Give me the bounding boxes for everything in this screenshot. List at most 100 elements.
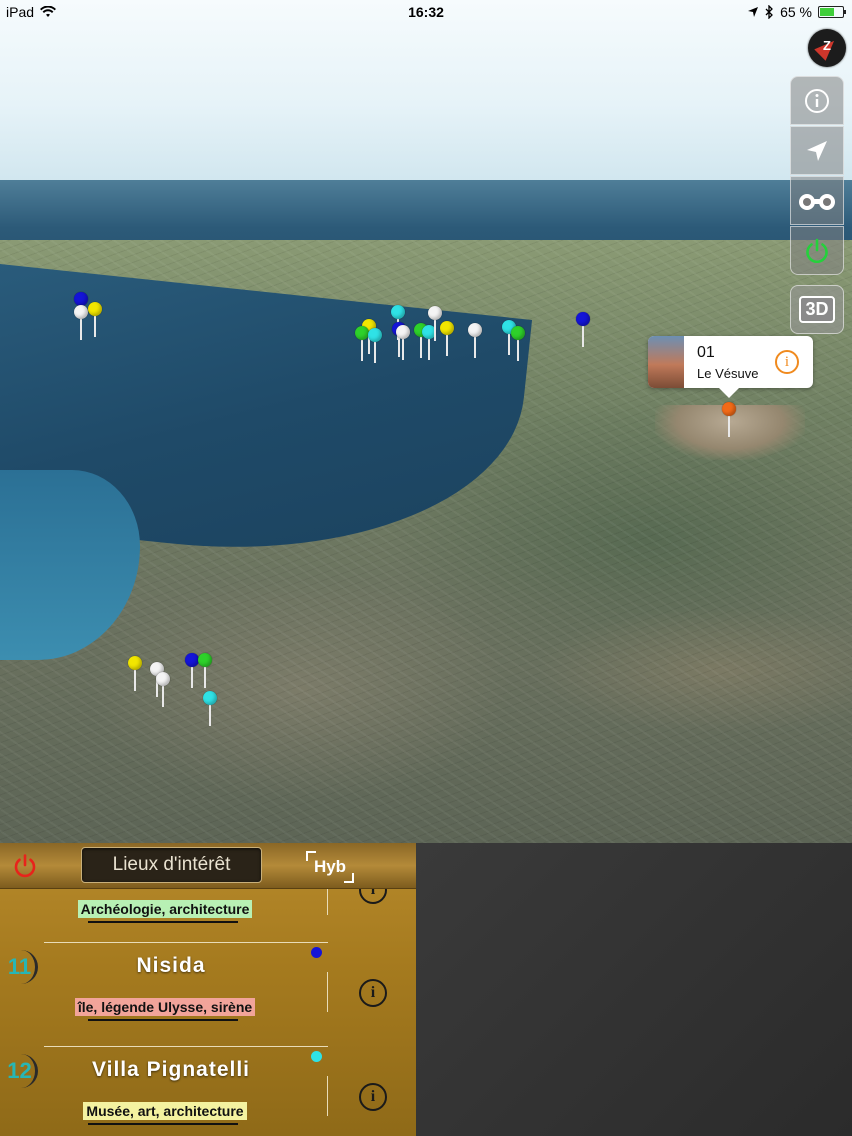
map-pin[interactable] [128, 656, 142, 696]
item-tags: Archéologie, architecture [77, 900, 253, 918]
pin-stick [374, 341, 376, 363]
map-pin[interactable] [511, 326, 525, 366]
location-services-icon [748, 7, 759, 17]
map-pin[interactable] [198, 653, 212, 693]
map-pin[interactable] [185, 653, 199, 693]
callout-info-icon[interactable]: i [775, 350, 799, 374]
item-tags: Musée, art, architecture [83, 1102, 247, 1120]
list-item[interactable]: 11 Nisida île, légende Ulysse, sirène i [0, 942, 416, 1046]
bluetooth-icon [765, 5, 773, 19]
pin-stick [474, 336, 476, 358]
binoculars-button[interactable] [790, 176, 844, 225]
map-controls: 3D [790, 76, 844, 336]
pin-stick [508, 333, 510, 355]
item-title: Nisida [136, 954, 206, 977]
pin-stick [582, 325, 584, 347]
map-pin[interactable] [156, 672, 170, 712]
row-separator [44, 1046, 328, 1047]
pin-stick [162, 685, 164, 707]
map-type-toggle[interactable]: Hyb [306, 849, 354, 885]
row-separator [44, 942, 328, 943]
list-item[interactable]: 12 Villa Pignatelli Musée, art, architec… [0, 1046, 416, 1136]
map-pin[interactable] [722, 402, 736, 442]
divider [327, 1076, 328, 1116]
info-icon [805, 88, 829, 113]
clock: 16:32 [408, 4, 444, 20]
item-color-dot [311, 1051, 322, 1062]
battery-icon [818, 6, 846, 18]
item-info-icon[interactable]: i [359, 979, 387, 1007]
battery-percent: 65 % [780, 4, 812, 20]
close-panel-button[interactable] [12, 853, 38, 884]
pin-stick [446, 334, 448, 356]
pin-head [440, 321, 454, 335]
pin-head [88, 302, 102, 316]
3d-toggle-button[interactable]: 3D [790, 285, 844, 334]
map-pin[interactable] [468, 323, 482, 363]
map-view[interactable]: 01 Le Vésuve i [0, 0, 852, 843]
item-underline [88, 1123, 238, 1125]
pin-stick [80, 318, 82, 340]
pin-head [722, 402, 736, 416]
map-pin[interactable] [355, 326, 369, 366]
sky [0, 0, 852, 190]
status-bar: iPad 16:32 65 % [0, 0, 852, 24]
pin-head [355, 326, 369, 340]
pin-head [468, 323, 482, 337]
item-underline [88, 1019, 238, 1021]
location-arrow-icon [807, 140, 827, 161]
3d-label: 3D [799, 296, 835, 323]
item-title: Villa Pignatelli [92, 1058, 250, 1081]
callout-name: Le Vésuve [697, 366, 759, 381]
binoculars-icon [799, 193, 835, 210]
pin-stick [209, 704, 211, 726]
pin-head [396, 325, 410, 339]
item-info-icon[interactable]: i [359, 1083, 387, 1111]
pin-head [185, 653, 199, 667]
info-button[interactable] [790, 76, 844, 125]
tab-points-of-interest[interactable]: Lieux d'intérêt [81, 847, 262, 883]
power-icon [806, 238, 828, 263]
pin-head [391, 305, 405, 319]
power-toggle-button[interactable] [790, 226, 844, 275]
map-pin[interactable] [440, 321, 454, 361]
pin-stick [728, 415, 730, 437]
pin-stick [191, 666, 193, 688]
pin-stick [434, 319, 436, 341]
pin-stick [361, 339, 363, 361]
item-color-dot [311, 947, 322, 958]
points-of-interest-panel: Lieux d'intérêt Hyb Archéologie, archite… [0, 843, 416, 1136]
map-pin[interactable] [368, 328, 382, 368]
item-number: 11 [4, 950, 38, 984]
pin-stick [134, 669, 136, 691]
item-underline [88, 921, 238, 923]
map-pin[interactable] [203, 691, 217, 731]
map-pin[interactable] [396, 325, 410, 365]
pin-stick [517, 339, 519, 361]
pin-head [156, 672, 170, 686]
item-tags: île, légende Ulysse, sirène [74, 998, 256, 1016]
item-number: 12 [4, 1054, 38, 1088]
place-callout[interactable]: 01 Le Vésuve i [648, 336, 813, 398]
pin-head [74, 305, 88, 319]
pin-head [511, 326, 525, 340]
compass-icon[interactable]: Z [808, 29, 846, 67]
pin-head [203, 691, 217, 705]
map-pin[interactable] [576, 312, 590, 352]
panel-toolbar: Lieux d'intérêt Hyb [0, 843, 416, 889]
pin-stick [204, 666, 206, 688]
divider [327, 972, 328, 1012]
pin-head [368, 328, 382, 342]
place-thumbnail[interactable] [648, 336, 684, 388]
pin-stick [94, 315, 96, 337]
map-pin[interactable] [74, 305, 88, 345]
map-pin[interactable] [88, 302, 102, 342]
pin-head [74, 292, 88, 306]
pin-head [128, 656, 142, 670]
power-icon [14, 854, 36, 878]
pin-stick [402, 338, 404, 360]
pin-head [576, 312, 590, 326]
pin-head [428, 306, 442, 320]
callout-number: 01 [697, 344, 715, 361]
locate-button[interactable] [790, 126, 844, 175]
